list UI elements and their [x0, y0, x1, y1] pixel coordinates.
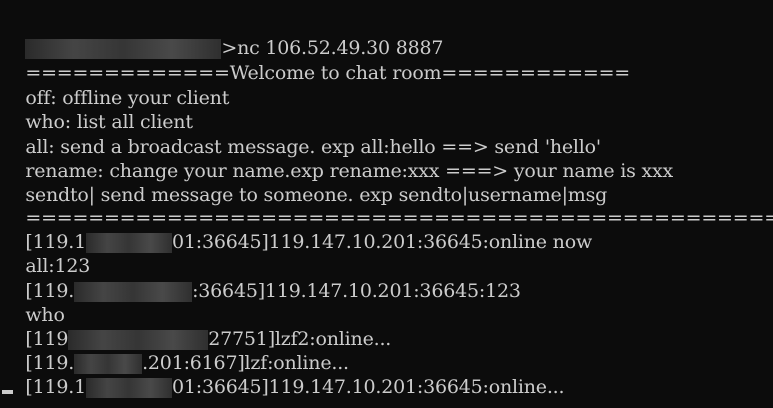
terminal-line-output: [119.1 01:36645]119.147.10.201:36645:onli…: [2, 351, 565, 398]
output-text: 01:36645]119.147.10.201:36645:online...: [171, 376, 565, 398]
redacted-ip: [74, 282, 193, 302]
terminal-line-output: [119. .201:6167]lzf:online...: [2, 327, 349, 374]
terminal-line-welcome: =============Welcome to chat room=======…: [2, 37, 630, 84]
terminal-line-help-rename: rename: change your name.exp rename:xxx …: [2, 135, 673, 182]
terminal-line-output: [119.:36645]119.147.10.201:36645:123: [2, 255, 521, 302]
terminal-line-help-off: off: offline your client: [2, 62, 229, 109]
output-text: 01:36645]119.147.10.201:36645:online now: [171, 231, 593, 253]
terminal-line-separator: ========================================…: [2, 182, 773, 229]
terminal-line-output: [119.1 01:36645]119.147.10.201:36645:onli…: [2, 206, 592, 253]
redacted-ip: [85, 233, 172, 253]
terminal-line-command: >nc 106.52.49.30 8887: [2, 12, 444, 59]
redacted-ip: [85, 378, 172, 398]
terminal-line-output: [119 27751]lzf2:online...: [2, 303, 391, 350]
text-cursor: [2, 390, 13, 394]
terminal-line-input: all:123: [2, 230, 90, 277]
output-text: :36645]119.147.10.201:36645:123: [192, 280, 521, 302]
terminal-line-input: who: [2, 279, 65, 326]
terminal-line-help-sendto: sendto| send message to someone. exp sen…: [2, 159, 607, 206]
output-prefix: [119.1: [25, 376, 86, 398]
terminal-line-help-all: all: send a broadcast message. exp all:h…: [2, 111, 601, 158]
terminal-line-help-who: who: list all client: [2, 86, 193, 133]
terminal-window[interactable]: >nc 106.52.49.30 8887 =============Welco…: [0, 0, 773, 408]
